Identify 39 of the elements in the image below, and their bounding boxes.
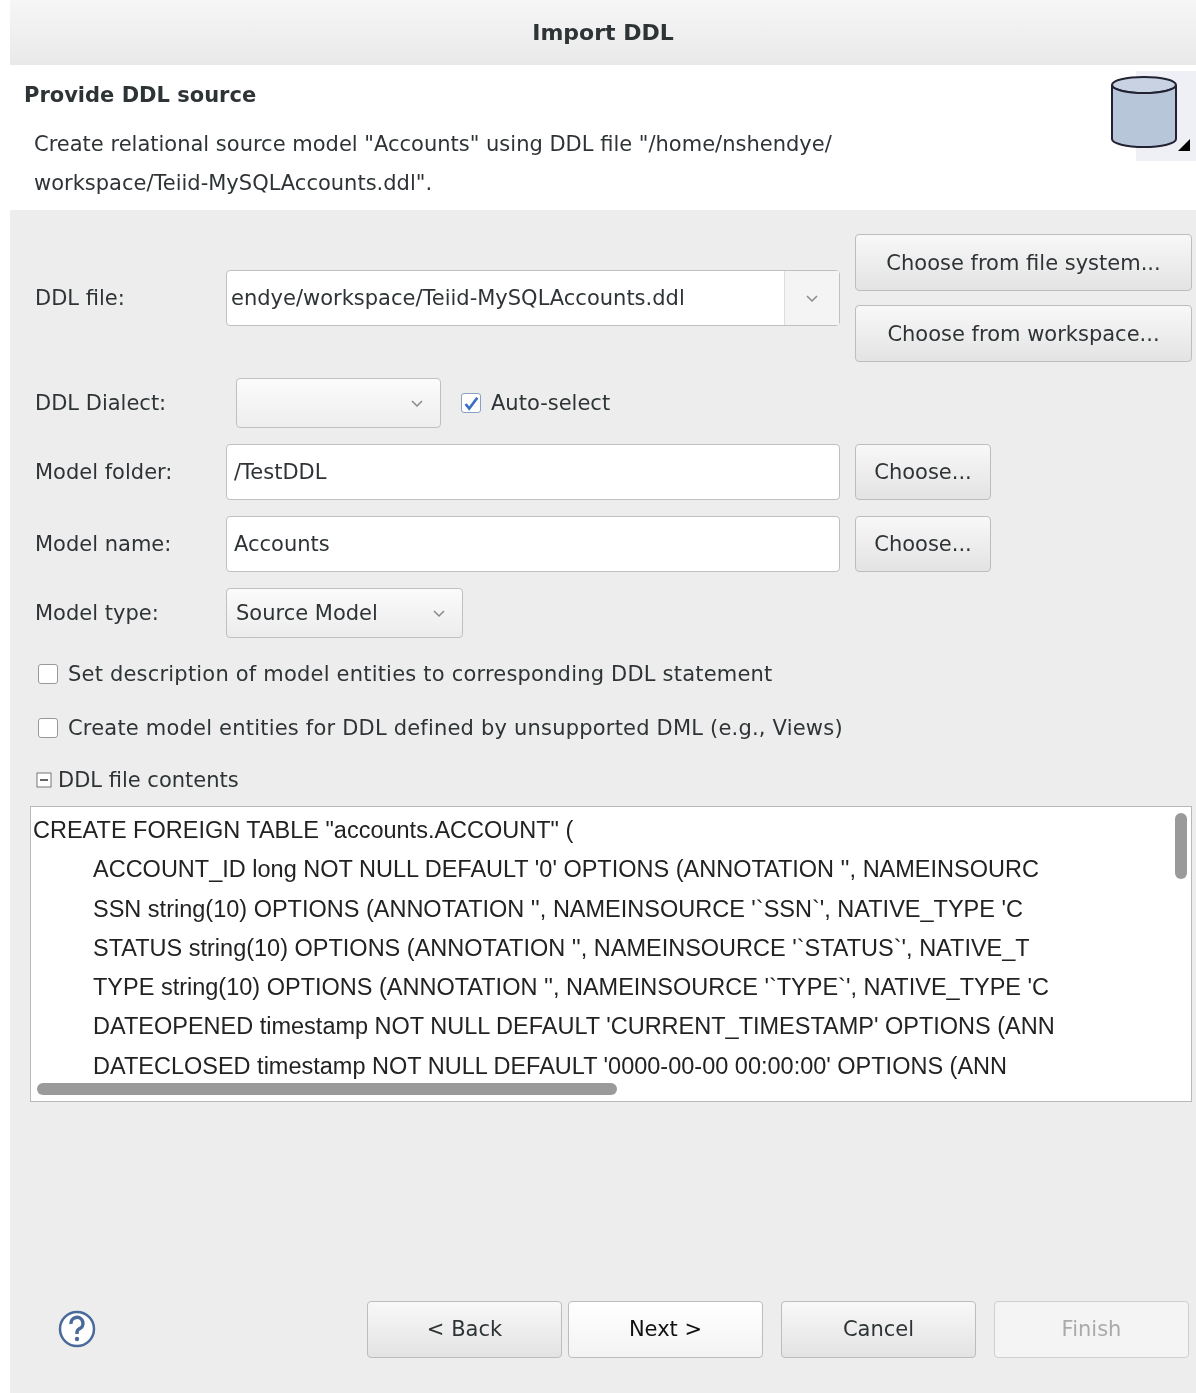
- choose-button[interactable]: Choose from workspace...: [855, 305, 1192, 362]
- model-name-field[interactable]: Accounts: [226, 516, 840, 572]
- code-line: DATECLOSED timestamp NOT NULL DEFAULT '0000-00-00 00:00:00' OPTIONS (ANN: [92, 1051, 1009, 1081]
- code-line: DATEOPENED timestamp NOT NULL DEFAULT 'CURRENT_TIMESTAMP' OPTIONS (ANN: [92, 1012, 1056, 1042]
- section-label: DDL file contents: [58, 768, 239, 792]
- checkbox[interactable]: [461, 393, 481, 413]
- page-title: Provide DDL source: [24, 83, 258, 107]
- code-line: CREATE FOREIGN TABLE "accounts.ACCOUNT" (: [33, 816, 575, 845]
- code-line: SSN string(10) OPTIONS (ANNOTATION '', NAMEINSOURCE '`SSN`', NATIVE_TYPE 'C: [92, 894, 1024, 924]
- choose-button[interactable]: Choose...: [855, 444, 991, 500]
- field-label: DDL Dialect:: [34, 391, 168, 415]
- dialect-combo[interactable]: [236, 378, 441, 428]
- page-description: Create relational source model "Accounts" using DDL file "/home/nshendye/ workspace/Teiid-MySQLAccounts.ddl".: [34, 131, 833, 197]
- dropdown-caret-icon[interactable]: [805, 293, 819, 303]
- checkbox[interactable]: [38, 718, 58, 738]
- code-line: TYPE string(10) OPTIONS (ANNOTATION '', NAMEINSOURCE '`TYPE`', NATIVE_TYPE 'C: [92, 973, 1051, 1003]
- model-folder-field[interactable]: /TestDDL: [226, 444, 840, 500]
- dropdown-caret-icon[interactable]: [432, 608, 446, 618]
- code-line: ACCOUNT_ID long NOT NULL DEFAULT '0' OPTIONS (ANNOTATION '', NAMEINSOURC: [92, 855, 1040, 885]
- help-icon[interactable]: [57, 1309, 97, 1349]
- model-type-combo[interactable]: Source Model: [226, 588, 463, 638]
- checkbox-label: Set description of model entities to corresponding DDL statement: [68, 662, 773, 686]
- field-label: Model type:: [34, 601, 160, 625]
- field-label: Model folder:: [34, 460, 174, 484]
- field-label: Model name:: [34, 532, 173, 556]
- dialog-button[interactable]: Cancel: [781, 1300, 976, 1358]
- checkbox-label: Auto-select: [491, 391, 611, 415]
- code-line: STATUS string(10) OPTIONS (ANNOTATION '', NAMEINSOURCE '`STATUS`', NATIVE_T: [92, 933, 1031, 963]
- choose-button[interactable]: Choose...: [855, 516, 991, 572]
- window-title: Import DDL: [10, 0, 1196, 65]
- dropdown-caret-icon[interactable]: [410, 398, 424, 408]
- collapse-icon[interactable]: [36, 772, 52, 788]
- dialog-button[interactable]: Next >: [568, 1300, 763, 1358]
- checkbox-label: Create model entities for DDL defined by unsupported DML (e.g., Views): [68, 716, 843, 740]
- file-path-combo[interactable]: endye/workspace/Teiid-MySQLAccounts.ddl: [226, 270, 840, 326]
- choose-button[interactable]: Choose from file system...: [855, 234, 1192, 291]
- dialog-button[interactable]: < Back: [367, 1300, 562, 1358]
- checkbox[interactable]: [38, 664, 58, 684]
- field-label: DDL file:: [34, 286, 126, 310]
